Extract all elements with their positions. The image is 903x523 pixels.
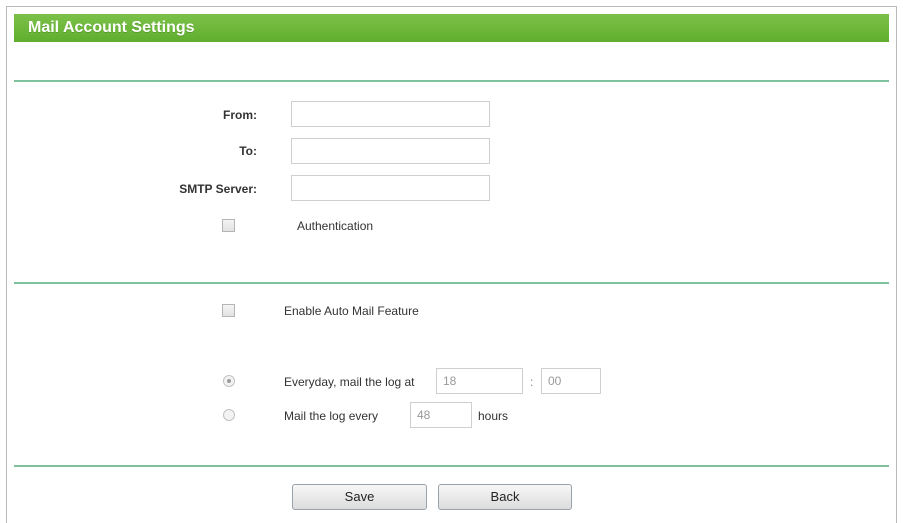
from-label: From: <box>223 108 257 122</box>
enable-auto-mail-checkbox[interactable] <box>222 304 235 317</box>
everyday-label: Everyday, mail the log at <box>284 375 415 389</box>
time-separator: : <box>530 375 534 389</box>
divider <box>14 80 889 82</box>
to-label: To: <box>239 144 257 158</box>
mail-minute-input[interactable]: 00 <box>541 368 601 394</box>
smtp-server-label: SMTP Server: <box>179 182 257 196</box>
mail-hour-input[interactable]: 18 <box>436 368 523 394</box>
enable-auto-mail-label: Enable Auto Mail Feature <box>284 304 419 318</box>
divider <box>14 465 889 467</box>
smtp-server-input[interactable] <box>291 175 490 201</box>
interval-radio[interactable] <box>223 409 235 421</box>
from-input[interactable] <box>291 101 490 127</box>
settings-frame <box>6 6 897 523</box>
save-button[interactable]: Save <box>292 484 427 510</box>
hours-label: hours <box>478 409 509 423</box>
divider <box>14 282 889 284</box>
page-title: Mail Account Settings <box>14 14 889 42</box>
back-button[interactable]: Back <box>438 484 572 510</box>
to-input[interactable] <box>291 138 490 164</box>
authentication-checkbox[interactable] <box>222 219 235 232</box>
interval-hours-input[interactable]: 48 <box>410 402 472 428</box>
everyday-radio[interactable] <box>223 375 235 387</box>
interval-label: Mail the log every <box>284 409 379 423</box>
authentication-label: Authentication <box>297 219 374 233</box>
